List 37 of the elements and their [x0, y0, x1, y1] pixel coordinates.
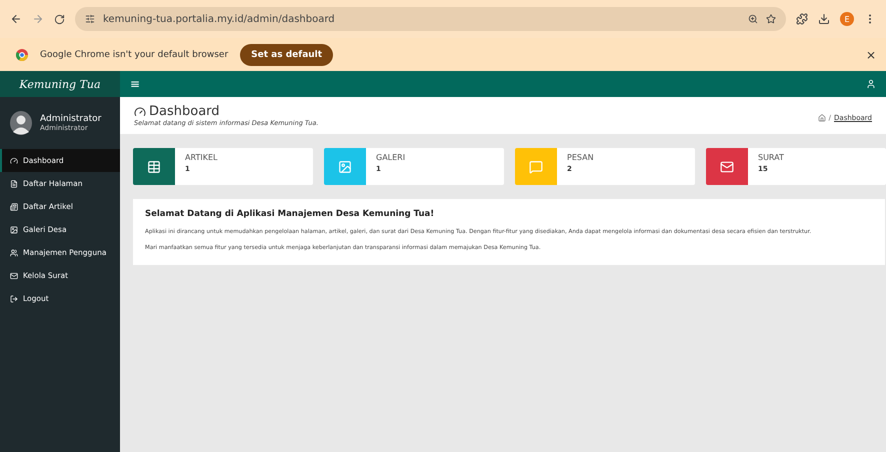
browser-logo-icon: [16, 48, 28, 60]
back-icon[interactable]: [10, 13, 22, 25]
chat-icon: [529, 160, 543, 174]
dashboard-icon: [134, 106, 146, 118]
gauge-icon: [10, 156, 18, 164]
infobar-message: Google Chrome isn't your default browser: [40, 50, 228, 60]
stat-label: SURAT: [758, 153, 784, 162]
image-icon: [10, 226, 18, 234]
user-name: Administrator: [40, 114, 102, 124]
logout-icon: [10, 294, 18, 302]
bookmark-icon[interactable]: [766, 14, 776, 24]
brand-logo[interactable]: Kemuning Tua: [0, 71, 120, 97]
site-settings-icon[interactable]: [85, 14, 95, 24]
url-text: kemuning-tua.portalia.my.id/admin/dashboard: [103, 14, 336, 24]
reload-icon[interactable]: [54, 14, 65, 24]
envelope-icon: [10, 272, 18, 280]
user-icon[interactable]: [866, 79, 876, 89]
zoom-icon[interactable]: [748, 14, 758, 24]
menu-toggle[interactable]: ≡: [130, 77, 140, 91]
address-bar[interactable]: kemuning-tua.portalia.my.id/admin/dashboard: [75, 7, 786, 31]
image-icon: [338, 160, 352, 174]
envelope-icon: [720, 160, 734, 174]
table-icon: [147, 160, 161, 174]
welcome-title: Selamat Datang di Aplikasi Manajemen Desa Kemuning Tua!: [145, 209, 436, 219]
stat-label: ARTIKEL: [185, 153, 218, 162]
stat-label: GALERI: [376, 153, 406, 162]
extensions-icon[interactable]: [796, 13, 808, 25]
avatar-icon: [10, 111, 32, 135]
newspaper-icon: [10, 202, 18, 210]
close-button[interactable]: ×: [866, 48, 876, 62]
users-icon: [10, 248, 18, 256]
home-icon[interactable]: [818, 114, 826, 122]
download-icon[interactable]: [818, 13, 830, 25]
set-default-button[interactable]: Set as default: [240, 44, 334, 66]
stat-label: PESAN: [567, 153, 594, 162]
page-title: Dashboard: [149, 104, 220, 119]
document-icon: [10, 180, 18, 188]
